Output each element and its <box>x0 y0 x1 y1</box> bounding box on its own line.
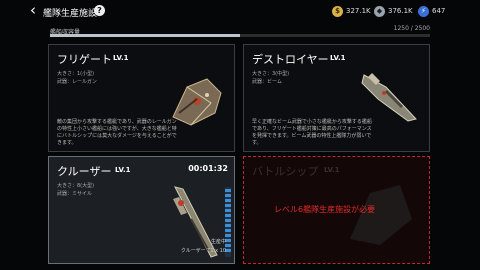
energy-amount: 647 <box>432 7 446 15</box>
ship-weapon: 武器：ミサイル <box>57 191 93 197</box>
back-arrow-icon[interactable]: ‹ <box>30 3 36 18</box>
ship-description: 早く正確なビーム武器で小さな艦艇から攻撃する艦船であり、フリゲート艦船対策に最高… <box>252 119 372 146</box>
resource-crystal: ◆ 376.1K <box>374 5 413 17</box>
ship-size: 大きさ：1(小型) <box>57 71 95 77</box>
page-title: 艦隊生産施設 <box>43 9 98 19</box>
production-queue: クルーザー T1 x 10 <box>180 248 226 254</box>
ship-size: 大きさ：3(中型) <box>252 71 290 77</box>
coin-amount: 327.1K <box>346 7 371 15</box>
resource-energy: ⚡ 647 <box>418 5 445 17</box>
production-timer: 00:01:32 <box>188 164 228 173</box>
resource-coin: $327.1K <box>332 5 371 17</box>
ship-size: 大きさ：8(大型) <box>57 183 95 189</box>
ship-level: LV.1 <box>324 166 340 174</box>
ship-weapon: 武器：ビーム <box>252 79 282 85</box>
ship-name: クルーザー <box>57 165 112 178</box>
ship-card-battleship[interactable]: バトルシップ LV.1 レベル6艦隊生産施設が必要 <box>243 156 430 264</box>
destroyer-ship-icon <box>361 73 417 122</box>
ship-level: LV.1 <box>113 54 129 62</box>
ship-card-frigate[interactable]: フリゲート LV.1 大きさ：1(小型) 武器：レールガン 敵の集団から攻撃する… <box>48 44 235 152</box>
coin-icon: $ <box>332 5 343 17</box>
capacity-value: 1250 / 2500 <box>393 25 430 32</box>
ship-card-destroyer[interactable]: デストロイヤー LV.1 大きさ：3(中型) 武器：ビーム 早く正確なビーム武器… <box>243 44 430 152</box>
capacity-bar <box>50 34 430 37</box>
ship-name: フリゲート <box>57 53 112 66</box>
ship-weapon: 武器：レールガン <box>57 79 97 85</box>
ship-name: デストロイヤー <box>252 53 329 66</box>
help-icon[interactable]: ? <box>94 5 105 16</box>
production-status: 生産中 <box>210 239 226 245</box>
energy-icon: ⚡ <box>418 5 429 17</box>
ship-name: バトルシップ <box>252 165 319 178</box>
top-bar: ‹ 艦隊生産施設 ? $327.1K ◆ 376.1K ⚡ 647 <box>0 0 480 22</box>
ship-level: LV.1 <box>115 166 131 174</box>
ship-card-cruiser[interactable]: クルーザー LV.1 00:01:32 大きさ：8(大型) 武器：ミサイル 生産… <box>48 156 235 264</box>
ship-level: LV.1 <box>330 54 346 62</box>
ship-description: 敵の集団から攻撃する艦艇であり、武器のレールガンの特性上小さい艦船には強いですが… <box>57 119 177 146</box>
crystal-icon: ◆ <box>374 5 385 17</box>
locked-requirement-message: レベル6艦隊生産施設が必要 <box>274 205 376 214</box>
capacity-bar-fill <box>50 34 240 37</box>
crystal-amount: 376.1K <box>388 7 413 15</box>
